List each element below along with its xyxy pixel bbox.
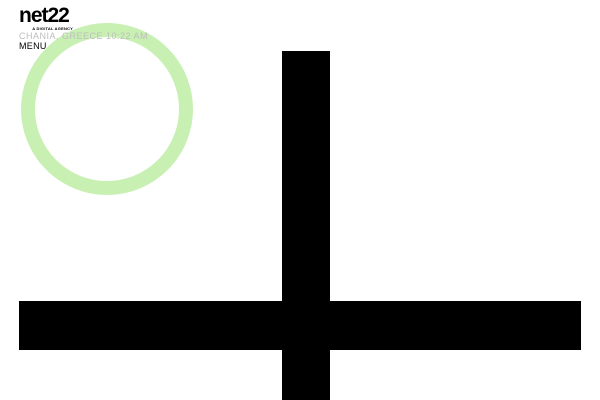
location-clock: CHANIA, GREECE 10:22 AM [19,31,148,41]
logo-wordmark: net22 [19,4,70,27]
location-text: CHANIA, GREECE [19,31,104,41]
green-ring-decoration [21,23,193,195]
page: net22 A DIGITAL AGENCY CHANIA, GREECE 10… [0,0,600,400]
cross-horizontal-bar [19,301,581,350]
menu-button[interactable]: MENU [19,41,47,51]
local-time: 10:22 AM [106,31,149,41]
brand-logo[interactable]: net22 A DIGITAL AGENCY [19,4,73,31]
